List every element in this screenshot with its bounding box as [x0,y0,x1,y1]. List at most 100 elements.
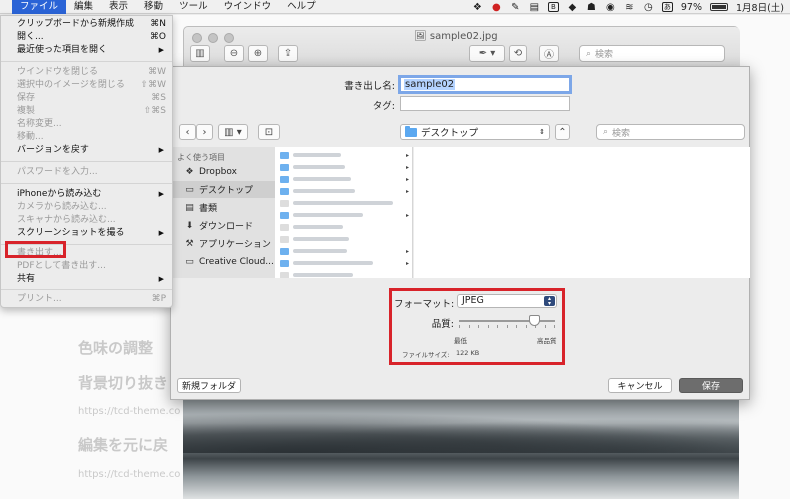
file-row[interactable]: ▸ [275,149,412,161]
hat-icon[interactable]: ☗ [586,2,597,13]
preview-search-field[interactable]: ⌕ 検索 [579,45,725,62]
annotate-button[interactable]: Ⓐ [539,45,559,62]
sidebar: よく使う項目 ❖ Dropbox ▭ デスクトップ ▤ 書類 ⬇ ダウンロード ⚒ アプリ… [172,147,275,278]
menu-item-print[interactable]: プリント... ⌘P [1,293,172,306]
ime-icon[interactable]: あ [661,2,673,12]
apple-icon[interactable] [0,0,12,14]
file-row[interactable]: ▸ [275,161,412,173]
minimize-window-button[interactable] [208,33,218,43]
menu-item-export-pdf[interactable]: PDFとして書き出す... [1,260,172,273]
format-popup[interactable]: JPEG ▴ ▾ [457,294,557,308]
dropbox-icon[interactable]: ❖ [472,2,483,13]
expand-button[interactable]: ⌃ [555,124,570,140]
menu-edit[interactable]: 編集 [66,0,101,14]
zoom-out-button[interactable]: ⊖ [224,45,244,62]
menu-separator [1,289,172,290]
bg-link-1[interactable]: https://tcd-theme.co [78,406,180,417]
export-name-value: sample02 [404,79,456,90]
file-row[interactable]: ▸ [275,245,412,257]
file-row[interactable]: ▸ [275,173,412,185]
zoom-window-button[interactable] [224,33,234,43]
sidebar-item-desktop[interactable]: ▭ デスクトップ [172,181,275,198]
menu-item-move[interactable]: 移動... [1,131,172,144]
date-label[interactable]: 1月8日(土) [736,0,784,14]
new-folder-button[interactable]: 新規フォルダ [177,378,241,393]
new-folder-icon-button[interactable]: ⊡ [258,124,280,140]
menu-go[interactable]: 移動 [136,0,171,14]
dropbox-icon: ❖ [185,166,194,177]
menu-tools[interactable]: ツール [171,0,216,14]
menu-item-open-recent[interactable]: 最近使った項目を開く ▶ [1,44,172,57]
quality-slider[interactable] [459,320,555,322]
sidebar-item-downloads[interactable]: ⬇ ダウンロード [172,217,275,234]
sidebar-item-creative-cloud[interactable]: ▭ Creative Cloud... [172,253,275,270]
menu-item-enter-password[interactable]: パスワードを入力... [1,166,172,179]
clipboard-icon[interactable]: ▤ [529,2,540,13]
export-name-label: 書き出し名: [344,81,395,92]
search-placeholder: 検索 [595,50,614,60]
preview-titlebar: 🖼 sample02.jpg ▥ ⊖ ⊕ ⇪ ✒ ▾ ⟲ Ⓐ ⌕ 検索 [184,27,740,67]
sidebar-item-dropbox[interactable]: ❖ Dropbox [172,163,275,180]
export-name-field[interactable]: sample02 [398,75,572,94]
file-row[interactable] [275,269,412,278]
wifi-icon[interactable]: ≋ [624,2,635,13]
tags-field[interactable] [400,96,570,111]
file-row[interactable] [275,197,412,209]
menu-file[interactable]: ファイル [12,0,67,14]
close-window-button[interactable] [192,33,202,43]
sheet-search-field[interactable]: ⌕ 検索 [596,124,745,140]
location-popup[interactable]: デスクトップ ⇕ [400,124,550,140]
zoom-in-button[interactable]: ⊕ [248,45,268,62]
chevron-updown-icon: ▴ ▾ [544,296,555,307]
bg-heading-undo: 編集を元に戻 [78,436,169,454]
menu-separator [1,183,172,184]
menu-item-revert[interactable]: バージョンを戻す ▶ [1,144,172,157]
quality-slider-thumb[interactable] [528,315,540,326]
share-button[interactable]: ⇪ [278,45,298,62]
quality-ticks [459,325,555,328]
menu-item-rename[interactable]: 名称変更... [1,118,172,131]
menu-item-share[interactable]: 共有 ▶ [1,273,172,286]
eye-icon[interactable]: ◉ [605,2,616,13]
file-row[interactable]: ▸ [275,257,412,269]
bg-heading-cutout: 背景切り抜き [78,374,169,392]
file-row[interactable]: ▸ [275,209,412,221]
file-row[interactable]: ▸ [275,185,412,197]
file-row[interactable] [275,233,412,245]
bg-link-2[interactable]: https://tcd-theme.co [78,469,180,480]
menu-item-open[interactable]: 開く... ⌘O [1,31,172,44]
markup-button[interactable]: ✒ ▾ [469,45,505,62]
back-button[interactable]: ‹ [179,124,196,140]
battery-icon[interactable] [709,3,728,11]
sidebar-toggle-button[interactable]: ▥ [190,45,210,62]
menu-item-take-screenshot[interactable]: スクリーンショットを撮る ▶ [1,227,172,240]
shield-icon[interactable]: ◆ [567,2,578,13]
menu-item-duplicate[interactable]: 複製 ⇧⌘S [1,105,172,118]
menu-item-close-window[interactable]: ウインドウを閉じる ⌘W [1,66,172,79]
search-placeholder: 検索 [612,128,631,139]
menu-view[interactable]: 表示 [101,0,136,14]
menu-item-new-from-clipboard[interactable]: クリップボードから新規作成 ⌘N [1,18,172,31]
quality-min-label: 最低 [454,337,467,345]
sidebar-item-documents[interactable]: ▤ 書類 [172,199,275,216]
b-icon[interactable]: B [547,2,559,12]
save-button[interactable]: 保存 [679,378,743,393]
sidebar-item-applications[interactable]: ⚒ アプリケーション [172,235,275,252]
menu-item-save[interactable]: 保存 ⌘S [1,92,172,105]
menu-item-import-iphone[interactable]: iPhoneから読み込む ▶ [1,188,172,201]
clock-icon[interactable]: ◷ [643,2,654,13]
document-icon: ▤ [185,202,194,213]
menu-window[interactable]: ウインドウ [216,0,280,14]
pen-icon[interactable]: ✎ [510,2,521,13]
file-row[interactable] [275,221,412,233]
creative-cloud-icon[interactable]: ● [491,2,502,13]
cancel-button[interactable]: キャンセル [608,378,672,393]
file-size-value: 122 KB [456,349,480,357]
menu-item-close-selected-image[interactable]: 選択中のイメージを閉じる ⇧⌘W [1,79,172,92]
menu-item-import-camera[interactable]: カメラから読み込む... [1,201,172,214]
forward-button[interactable]: › [196,124,213,140]
menu-item-import-scanner[interactable]: スキャナから読み込む... [1,214,172,227]
view-mode-button[interactable]: ▥ ▾ [218,124,248,140]
rotate-button[interactable]: ⟲ [509,45,527,62]
menu-help[interactable]: ヘルプ [279,0,324,14]
